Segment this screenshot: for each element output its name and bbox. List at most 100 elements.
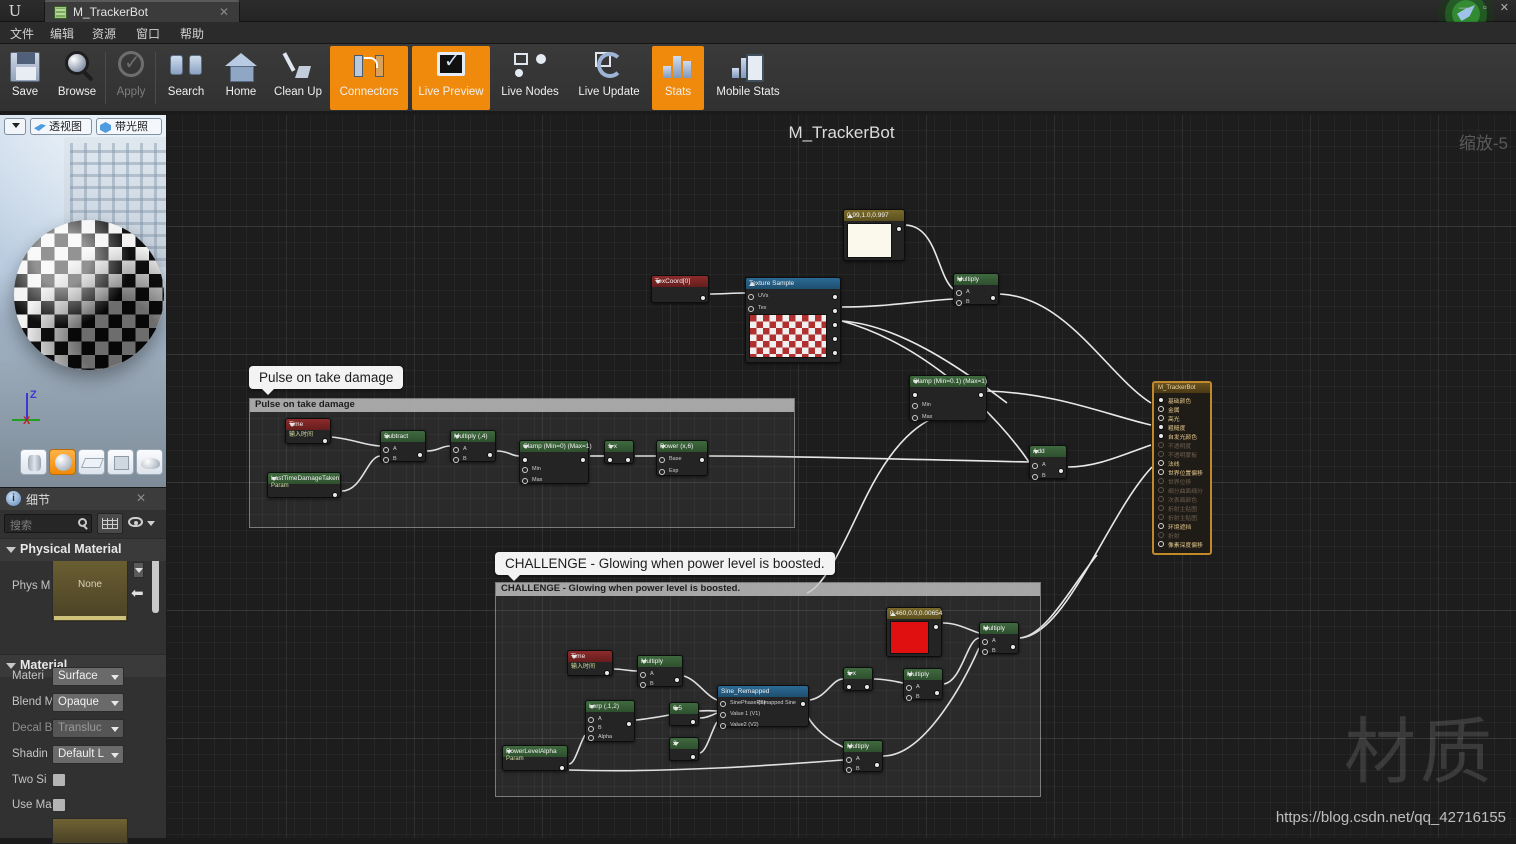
material-input-pin[interactable] — [1158, 505, 1164, 511]
output-pin[interactable] — [699, 457, 705, 463]
chevron-down-icon[interactable] — [847, 745, 853, 749]
node-header[interactable]: 0.5 — [670, 703, 698, 714]
blend-mode-dropdown[interactable]: Opaque — [52, 693, 124, 712]
color-swatch[interactable] — [890, 621, 929, 654]
input-pin[interactable] — [720, 712, 726, 718]
node-clamp-top[interactable]: Clamp (Min=0.1) (Max=1) Min Max — [909, 375, 987, 421]
node-header[interactable]: 0.99,1.0,0.997 — [844, 210, 904, 221]
input-pin[interactable] — [720, 701, 726, 707]
node-multiply-glow[interactable]: Multiply A B — [637, 655, 683, 688]
preview-shape-cylinder-button[interactable] — [20, 449, 47, 475]
chevron-down-icon[interactable] — [673, 742, 679, 746]
output-pin[interactable] — [933, 624, 939, 630]
output-pin[interactable] — [626, 721, 632, 727]
toolbar-clean-up-button[interactable]: Clean Up — [268, 46, 328, 110]
toolbar-live-preview-button[interactable]: Live Preview — [412, 46, 490, 110]
node-time-pulse[interactable]: Time 输入时间 — [285, 418, 331, 444]
output-pin[interactable] — [990, 295, 996, 301]
node-header[interactable]: Multiply — [638, 656, 682, 667]
output-pin[interactable] — [690, 754, 696, 760]
output-pin[interactable] — [604, 670, 610, 676]
output-pin[interactable] — [1058, 468, 1064, 474]
chevron-down-icon[interactable] — [847, 672, 853, 676]
output-pin[interactable] — [559, 765, 565, 771]
node-header[interactable]: Add — [1030, 446, 1066, 457]
editor-tab[interactable]: M_TrackerBot ✕ — [44, 0, 240, 22]
input-pin[interactable] — [522, 457, 528, 463]
input-pin[interactable] — [1032, 463, 1038, 469]
preview-shape-sphere-button[interactable] — [49, 449, 76, 475]
node-sine-remapped[interactable]: Sine_Remapped SinePhase (S) Value 1 (V1) Va… — [717, 685, 809, 729]
output-pin[interactable] — [690, 719, 696, 725]
output-pin[interactable] — [1010, 644, 1016, 650]
preview-sphere[interactable] — [14, 220, 164, 370]
node-power[interactable]: Power (x,6) Base Exp — [656, 440, 708, 476]
node-const-half[interactable]: 0.5 — [669, 702, 699, 726]
texture-thumbnail[interactable] — [749, 314, 827, 358]
details-search-input[interactable]: 搜索 — [4, 514, 92, 533]
material-input-pin[interactable] — [1158, 523, 1164, 529]
output-pin[interactable] — [332, 492, 338, 498]
node-header[interactable]: Multiply — [904, 669, 942, 680]
material-input-pin[interactable] — [1158, 487, 1164, 493]
node-header[interactable]: Sine_Remapped — [718, 686, 808, 697]
input-pin[interactable] — [522, 478, 528, 484]
input-pin[interactable] — [1032, 474, 1038, 480]
node-multiply-r2[interactable]: Multiply A B — [903, 668, 943, 701]
material-input-pin[interactable] — [1158, 442, 1164, 448]
input-pin[interactable] — [912, 415, 918, 421]
menu-item-3[interactable]: 资源 — [92, 25, 116, 42]
toolbar-save-button[interactable]: Save — [2, 46, 48, 110]
input-pin[interactable] — [640, 672, 646, 678]
chevron-down-icon[interactable] — [907, 673, 913, 677]
input-pin[interactable] — [912, 403, 918, 409]
output-pin[interactable] — [934, 690, 940, 696]
node-header[interactable]: Lerp (,1,2) — [586, 701, 634, 712]
input-pin[interactable] — [659, 457, 665, 463]
node-multiply-1[interactable]: Multiply A B — [953, 273, 999, 306]
node-lerp[interactable]: Lerp (,1,2) A B Alpha — [585, 700, 635, 742]
node-lasttime-damage[interactable]: LastTimeDamageTaken Param — [267, 472, 341, 498]
input-pin[interactable] — [748, 306, 754, 312]
node-header[interactable]: Texture Sample — [746, 278, 840, 289]
input-pin[interactable] — [956, 290, 962, 296]
details-category-physical-material[interactable]: Physical Material — [0, 538, 166, 561]
chevron-down-icon[interactable] — [271, 477, 277, 481]
toolbar-live-nodes-button[interactable]: Live Nodes — [492, 46, 568, 110]
chevron-down-icon[interactable] — [1033, 450, 1039, 454]
chevron-up-icon[interactable] — [749, 282, 755, 286]
input-pin[interactable] — [640, 682, 646, 688]
chevron-down-icon[interactable] — [589, 705, 595, 709]
preview-shape-cube-button[interactable] — [107, 449, 134, 475]
material-input-pin[interactable] — [1158, 406, 1164, 412]
node-multiply-4[interactable]: Multiply (,4) A B — [450, 430, 496, 463]
window-controls[interactable]: — ▫ ✕ — [1459, 1, 1514, 14]
node-header[interactable]: TexCoord[0] — [652, 276, 708, 287]
node-time-glow[interactable]: Time 输入时间 — [567, 650, 613, 676]
input-pin[interactable] — [607, 457, 613, 463]
use-material-checkbox[interactable] — [52, 798, 66, 812]
shading-model-dropdown[interactable]: Default L — [52, 745, 124, 764]
chevron-down-icon[interactable] — [957, 278, 963, 282]
node-oneminus-2[interactable]: 1-x — [843, 667, 873, 691]
node-header[interactable]: 2 — [670, 738, 698, 749]
output-pin[interactable] — [896, 226, 902, 232]
chevron-down-icon[interactable] — [289, 423, 295, 427]
material-input-pin[interactable] — [1158, 451, 1164, 457]
toolbar-search-button[interactable]: Search — [158, 46, 214, 110]
input-pin[interactable] — [982, 639, 988, 645]
output-pin[interactable] — [322, 438, 328, 444]
node-header[interactable]: Power (x,6) — [657, 441, 707, 452]
menu-item-4[interactable]: 窗口 — [136, 25, 160, 42]
eye-icon[interactable] — [128, 517, 143, 527]
comment-title-bar[interactable]: CHALLENGE - Glowing when power level is … — [496, 583, 1040, 596]
chevron-down-icon[interactable] — [523, 445, 529, 449]
node-header[interactable]: Multiply (,4) — [451, 431, 495, 442]
material-input-pin[interactable] — [1158, 433, 1164, 439]
output-pin[interactable] — [832, 294, 838, 300]
input-pin[interactable] — [846, 684, 852, 690]
node-oneminus[interactable]: 1-x — [604, 440, 634, 464]
output-pin[interactable] — [417, 452, 423, 458]
chevron-down-icon[interactable] — [384, 435, 390, 439]
input-pin[interactable] — [453, 447, 459, 453]
